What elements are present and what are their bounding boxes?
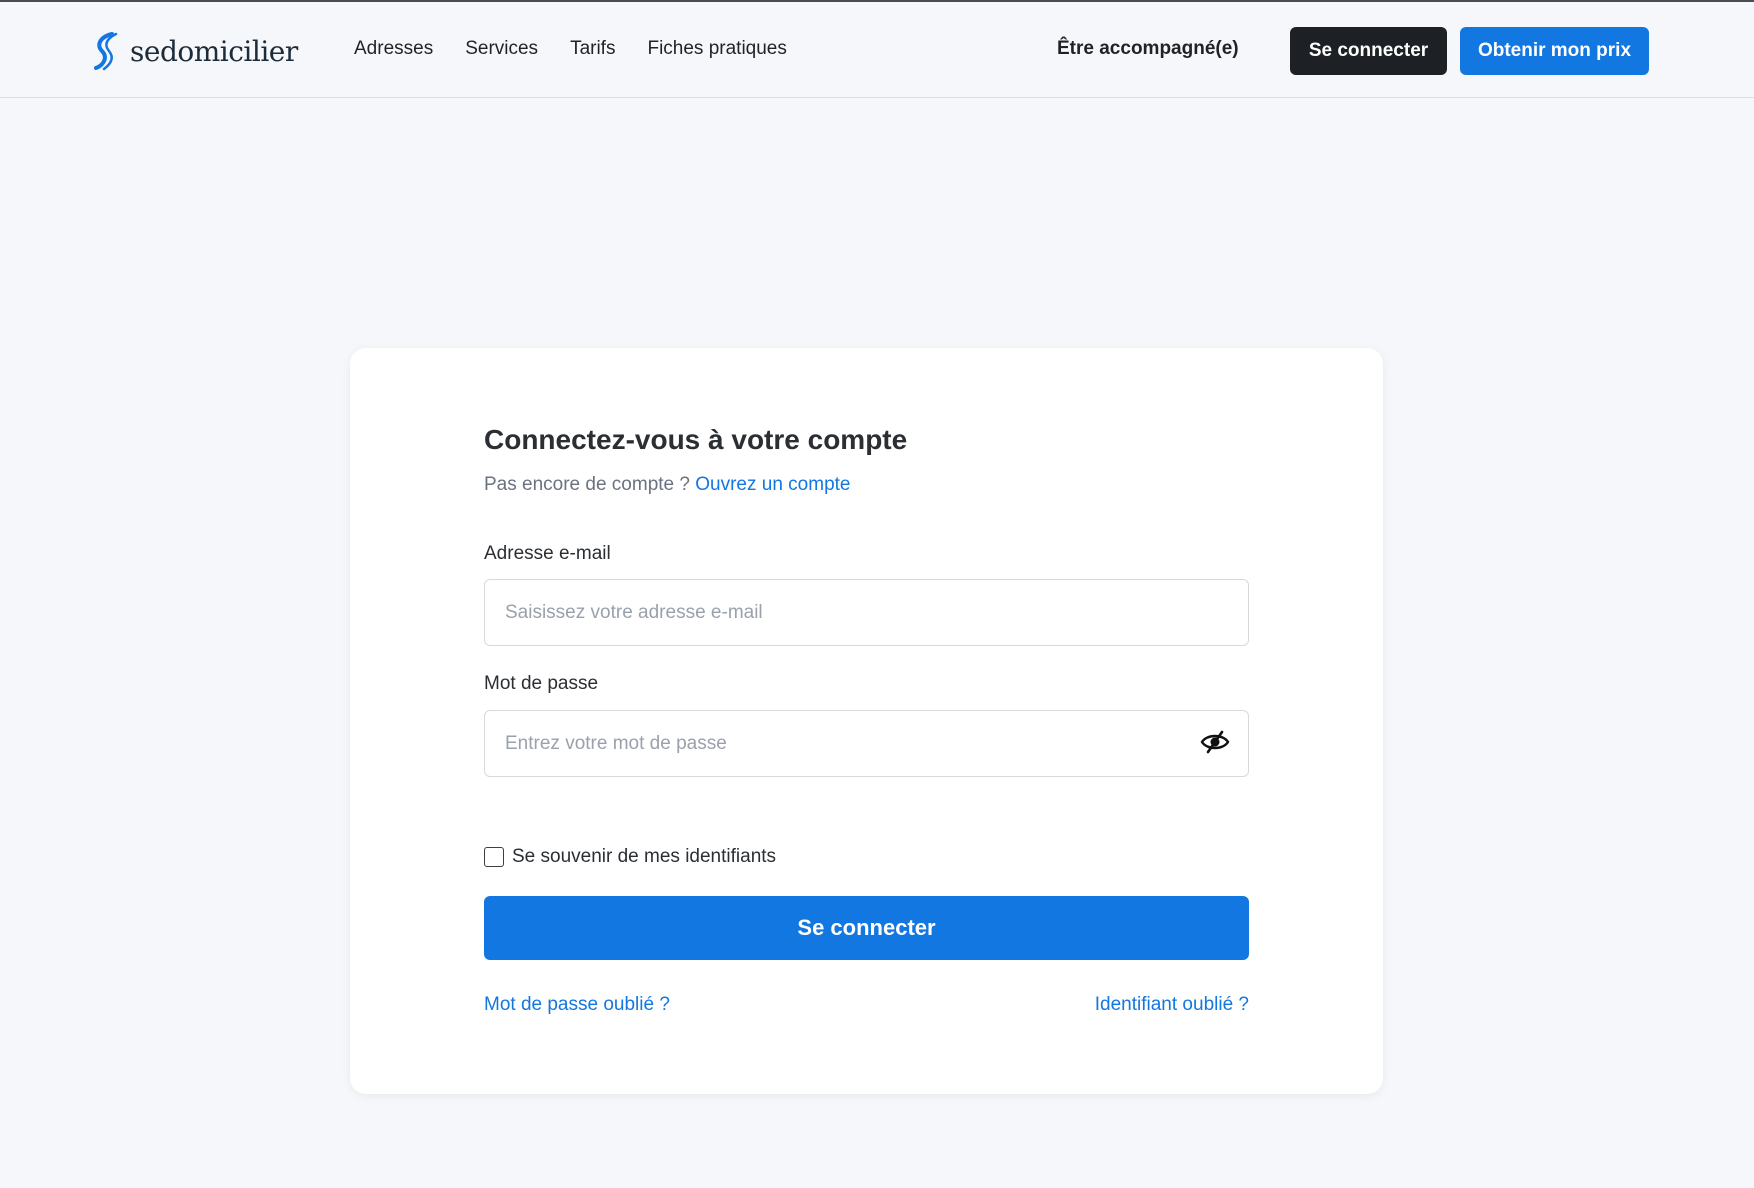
forgot-identifier-link[interactable]: Identifiant oublié ? [1095,994,1249,1016]
password-input[interactable] [484,710,1249,777]
main-nav: Adresses Services Tarifs Fiches pratique… [354,38,787,60]
signup-prompt-text: Pas encore de compte ? [484,474,690,495]
signup-prompt: Pas encore de compte ? Ouvrez un compte [484,474,851,496]
email-label: Adresse e-mail [484,543,611,564]
login-submit-button[interactable]: Se connecter [484,896,1249,960]
get-price-button[interactable]: Obtenir mon prix [1460,27,1649,75]
eye-slash-icon[interactable] [1200,730,1230,754]
forgot-password-link[interactable]: Mot de passe oublié ? [484,994,670,1016]
remember-me: Se souvenir de mes identifiants [484,846,776,868]
nav-item-fiches-pratiques[interactable]: Fiches pratiques [647,38,786,60]
header-login-button[interactable]: Se connecter [1290,27,1447,75]
remember-label: Se souvenir de mes identifiants [512,846,777,867]
login-title: Connectez-vous à votre compte [484,424,908,455]
brand-logo[interactable]: sedomicilier [92,30,298,72]
password-label: Mot de passe [484,673,599,694]
logo-icon [94,32,118,71]
remember-checkbox[interactable] [484,847,504,867]
login-card: Connectez-vous à votre compte Pas encore… [350,348,1383,1094]
signup-link[interactable]: Ouvrez un compte [695,474,850,495]
site-header: sedomicilier Adresses Services Tarifs Fi… [0,2,1754,98]
nav-item-services[interactable]: Services [465,38,538,60]
brand-name: sedomicilier [130,34,298,68]
accompany-link[interactable]: Être accompagné(e) [1057,38,1239,60]
nav-item-tarifs[interactable]: Tarifs [570,38,615,60]
nav-item-adresses[interactable]: Adresses [354,38,433,60]
email-input[interactable] [484,579,1249,646]
